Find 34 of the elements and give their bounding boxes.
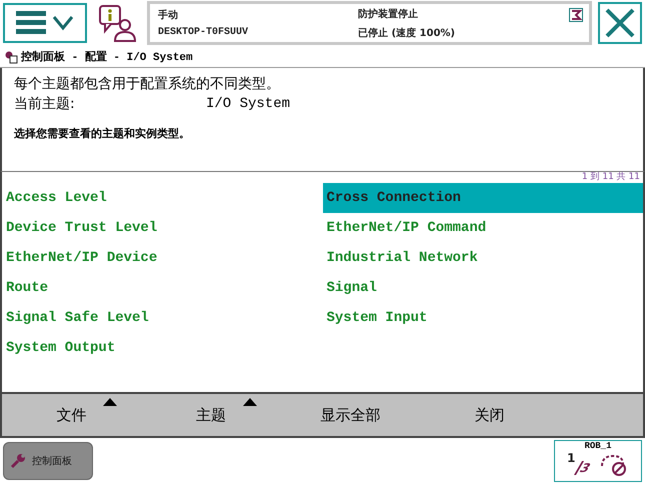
topic-list-item[interactable]: Signal Safe Level <box>2 302 322 333</box>
task-button[interactable]: 控制面板 <box>3 442 93 480</box>
topic-list-item[interactable]: System Output <box>2 332 322 363</box>
operator-info-icon[interactable] <box>97 3 137 44</box>
caret-icon <box>242 398 257 406</box>
topic-list-item[interactable]: Industrial Network <box>322 242 643 273</box>
topic-list-item[interactable]: Cross Connection <box>322 182 643 213</box>
topic-list-item[interactable]: System Input <box>322 302 643 333</box>
topic-list-item[interactable]: EtherNet/IP Device <box>2 242 322 273</box>
topic-list-item[interactable]: Route <box>2 272 322 303</box>
safety-text: 防护装置停止 <box>358 7 419 21</box>
system-name: DESKTOP-T0FSUUV <box>158 27 250 38</box>
close-button[interactable] <box>598 2 642 44</box>
mode-text: 手动 <box>158 8 179 22</box>
robot-name: ROB_1 <box>584 441 612 452</box>
current-topic-value: I/O System <box>206 94 290 114</box>
current-topic-label: 当前主题: <box>14 94 76 114</box>
status-panel[interactable]: 手动 DESKTOP-T0FSUUV 防护装置停止 已停止 (速度 100%) <box>147 1 592 46</box>
menu-button[interactable] <box>3 3 87 44</box>
caret-icon <box>103 398 118 406</box>
status-text: 已停止 (速度 100%) <box>358 26 456 40</box>
description-text: 每个主题都包含用于配置系统的不同类型。 <box>14 74 281 94</box>
program-icon <box>569 8 583 22</box>
control-panel-icon <box>4 50 18 64</box>
list-range-text: 1 到 11 共 11 <box>582 172 641 183</box>
topic-list-item[interactable]: Device Trust Level <box>2 212 322 243</box>
coordinate-icon <box>599 452 629 476</box>
topic-list-item[interactable]: EtherNet/IP Command <box>322 212 643 243</box>
quickset-button[interactable]: ROB_1 1 3 <box>554 440 642 482</box>
breadcrumb-title: 控制面板 - 配置 - I/O System <box>21 50 193 64</box>
wrench-icon <box>10 453 26 470</box>
topic-list-item[interactable]: Access Level <box>2 182 322 213</box>
instruction-text: 选择您需要查看的主题和实例类型。 <box>14 126 191 141</box>
topic-list-item[interactable]: Signal <box>322 272 643 303</box>
